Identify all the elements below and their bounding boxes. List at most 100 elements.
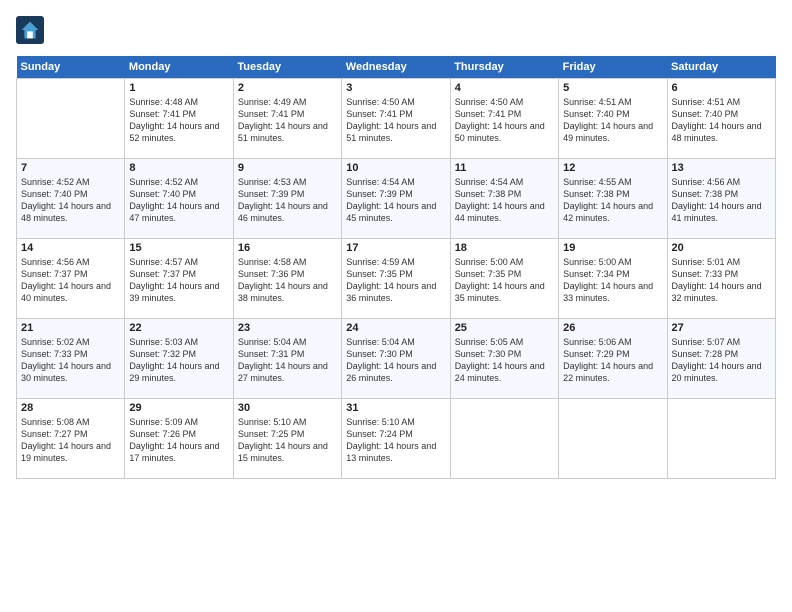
header-day: Friday (559, 56, 667, 79)
day-info: Sunrise: 4:52 AM Sunset: 7:40 PM Dayligh… (129, 176, 228, 225)
day-info: Sunrise: 5:10 AM Sunset: 7:24 PM Dayligh… (346, 416, 445, 465)
day-info: Sunrise: 5:10 AM Sunset: 7:25 PM Dayligh… (238, 416, 337, 465)
calendar-day (559, 399, 667, 479)
calendar-day: 6 Sunrise: 4:51 AM Sunset: 7:40 PM Daylig… (667, 79, 775, 159)
calendar-day: 19 Sunrise: 5:00 AM Sunset: 7:34 PM Dayli… (559, 239, 667, 319)
day-info: Sunrise: 4:55 AM Sunset: 7:38 PM Dayligh… (563, 176, 662, 225)
day-info: Sunrise: 5:08 AM Sunset: 7:27 PM Dayligh… (21, 416, 120, 465)
day-info: Sunrise: 5:00 AM Sunset: 7:35 PM Dayligh… (455, 256, 554, 305)
day-number: 23 (238, 322, 337, 334)
day-info: Sunrise: 5:00 AM Sunset: 7:34 PM Dayligh… (563, 256, 662, 305)
day-info: Sunrise: 5:06 AM Sunset: 7:29 PM Dayligh… (563, 336, 662, 385)
calendar-day: 16 Sunrise: 4:58 AM Sunset: 7:36 PM Dayli… (233, 239, 341, 319)
calendar-day: 14 Sunrise: 4:56 AM Sunset: 7:37 PM Dayli… (17, 239, 125, 319)
day-info: Sunrise: 4:56 AM Sunset: 7:37 PM Dayligh… (21, 256, 120, 305)
calendar-day: 23Sunrise: 5:04 AM Sunset: 7:31 PM Dayli… (233, 319, 341, 399)
day-number: 17 (346, 242, 445, 254)
calendar-week: 14 Sunrise: 4:56 AM Sunset: 7:37 PM Dayli… (17, 239, 776, 319)
calendar-day: 5Sunrise: 4:51 AM Sunset: 7:40 PM Daylig… (559, 79, 667, 159)
day-number: 21 (21, 322, 120, 334)
header-day: Tuesday (233, 56, 341, 79)
calendar-day: 15Sunrise: 4:57 AM Sunset: 7:37 PM Dayli… (125, 239, 233, 319)
day-info: Sunrise: 5:01 AM Sunset: 7:33 PM Dayligh… (672, 256, 771, 305)
day-number: 31 (346, 402, 445, 414)
day-number: 13 (672, 162, 771, 174)
day-number: 11 (455, 162, 554, 174)
day-number: 29 (129, 402, 228, 414)
day-number: 26 (563, 322, 662, 334)
day-number: 6 (672, 82, 771, 94)
day-info: Sunrise: 5:05 AM Sunset: 7:30 PM Dayligh… (455, 336, 554, 385)
day-number: 30 (238, 402, 337, 414)
day-number: 24 (346, 322, 445, 334)
calendar-day: 31 Sunrise: 5:10 AM Sunset: 7:24 PM Dayli… (342, 399, 450, 479)
day-info: Sunrise: 4:54 AM Sunset: 7:38 PM Dayligh… (455, 176, 554, 225)
calendar-day: 4 Sunrise: 4:50 AM Sunset: 7:41 PM Daylig… (450, 79, 558, 159)
calendar-day: 29 Sunrise: 5:09 AM Sunset: 7:26 PM Dayli… (125, 399, 233, 479)
day-number: 16 (238, 242, 337, 254)
calendar-day: 2 Sunrise: 4:49 AM Sunset: 7:41 PM Daylig… (233, 79, 341, 159)
calendar-day: 13 Sunrise: 4:56 AM Sunset: 7:38 PM Dayli… (667, 159, 775, 239)
calendar-day: 9 Sunrise: 4:53 AM Sunset: 7:39 PM Daylig… (233, 159, 341, 239)
calendar-day: 17 Sunrise: 4:59 AM Sunset: 7:35 PM Dayli… (342, 239, 450, 319)
calendar-day: 7Sunrise: 4:52 AM Sunset: 7:40 PM Daylig… (17, 159, 125, 239)
calendar-day: 25 Sunrise: 5:05 AM Sunset: 7:30 PM Dayli… (450, 319, 558, 399)
calendar-day: 3 Sunrise: 4:50 AM Sunset: 7:41 PM Daylig… (342, 79, 450, 159)
day-info: Sunrise: 4:49 AM Sunset: 7:41 PM Dayligh… (238, 96, 337, 145)
day-number: 5 (563, 82, 662, 94)
day-number: 12 (563, 162, 662, 174)
day-info: Sunrise: 4:58 AM Sunset: 7:36 PM Dayligh… (238, 256, 337, 305)
day-number: 4 (455, 82, 554, 94)
day-info: Sunrise: 5:02 AM Sunset: 7:33 PM Dayligh… (21, 336, 120, 385)
calendar-day: 22 Sunrise: 5:03 AM Sunset: 7:32 PM Dayli… (125, 319, 233, 399)
day-number: 19 (563, 242, 662, 254)
day-number: 3 (346, 82, 445, 94)
calendar-day: 20 Sunrise: 5:01 AM Sunset: 7:33 PM Dayli… (667, 239, 775, 319)
calendar-day: 8Sunrise: 4:52 AM Sunset: 7:40 PM Daylig… (125, 159, 233, 239)
calendar-day: 24 Sunrise: 5:04 AM Sunset: 7:30 PM Dayli… (342, 319, 450, 399)
header-day: Thursday (450, 56, 558, 79)
calendar-day: 27Sunrise: 5:07 AM Sunset: 7:28 PM Dayli… (667, 319, 775, 399)
header-day: Sunday (17, 56, 125, 79)
logo (16, 16, 48, 44)
calendar-week: 7Sunrise: 4:52 AM Sunset: 7:40 PM Daylig… (17, 159, 776, 239)
day-info: Sunrise: 5:04 AM Sunset: 7:30 PM Dayligh… (346, 336, 445, 385)
calendar-week: 28Sunrise: 5:08 AM Sunset: 7:27 PM Dayli… (17, 399, 776, 479)
logo-icon (16, 16, 44, 44)
day-number: 20 (672, 242, 771, 254)
calendar-day (667, 399, 775, 479)
day-info: Sunrise: 5:07 AM Sunset: 7:28 PM Dayligh… (672, 336, 771, 385)
day-number: 25 (455, 322, 554, 334)
calendar-week: 1Sunrise: 4:48 AM Sunset: 7:41 PM Daylig… (17, 79, 776, 159)
day-info: Sunrise: 4:59 AM Sunset: 7:35 PM Dayligh… (346, 256, 445, 305)
day-info: Sunrise: 5:09 AM Sunset: 7:26 PM Dayligh… (129, 416, 228, 465)
day-info: Sunrise: 4:51 AM Sunset: 7:40 PM Dayligh… (672, 96, 771, 145)
calendar-day: 1Sunrise: 4:48 AM Sunset: 7:41 PM Daylig… (125, 79, 233, 159)
day-number: 10 (346, 162, 445, 174)
calendar-day: 21 Sunrise: 5:02 AM Sunset: 7:33 PM Dayli… (17, 319, 125, 399)
day-number: 2 (238, 82, 337, 94)
calendar-day (17, 79, 125, 159)
day-number: 18 (455, 242, 554, 254)
header-day: Monday (125, 56, 233, 79)
day-info: Sunrise: 4:53 AM Sunset: 7:39 PM Dayligh… (238, 176, 337, 225)
calendar-day: 10Sunrise: 4:54 AM Sunset: 7:39 PM Dayli… (342, 159, 450, 239)
calendar-day: 18 Sunrise: 5:00 AM Sunset: 7:35 PM Dayli… (450, 239, 558, 319)
calendar-table: SundayMondayTuesdayWednesdayThursdayFrid… (16, 56, 776, 479)
header-row: SundayMondayTuesdayWednesdayThursdayFrid… (17, 56, 776, 79)
header-day: Saturday (667, 56, 775, 79)
day-number: 15 (129, 242, 228, 254)
calendar-day: 30 Sunrise: 5:10 AM Sunset: 7:25 PM Dayli… (233, 399, 341, 479)
day-info: Sunrise: 4:52 AM Sunset: 7:40 PM Dayligh… (21, 176, 120, 225)
day-number: 22 (129, 322, 228, 334)
day-info: Sunrise: 4:56 AM Sunset: 7:38 PM Dayligh… (672, 176, 771, 225)
day-info: Sunrise: 4:50 AM Sunset: 7:41 PM Dayligh… (346, 96, 445, 145)
header-day: Wednesday (342, 56, 450, 79)
day-info: Sunrise: 4:50 AM Sunset: 7:41 PM Dayligh… (455, 96, 554, 145)
day-info: Sunrise: 5:03 AM Sunset: 7:32 PM Dayligh… (129, 336, 228, 385)
day-number: 14 (21, 242, 120, 254)
calendar-day: 12 Sunrise: 4:55 AM Sunset: 7:38 PM Dayli… (559, 159, 667, 239)
calendar-container: SundayMondayTuesdayWednesdayThursdayFrid… (0, 0, 792, 489)
day-number: 9 (238, 162, 337, 174)
day-number: 1 (129, 82, 228, 94)
